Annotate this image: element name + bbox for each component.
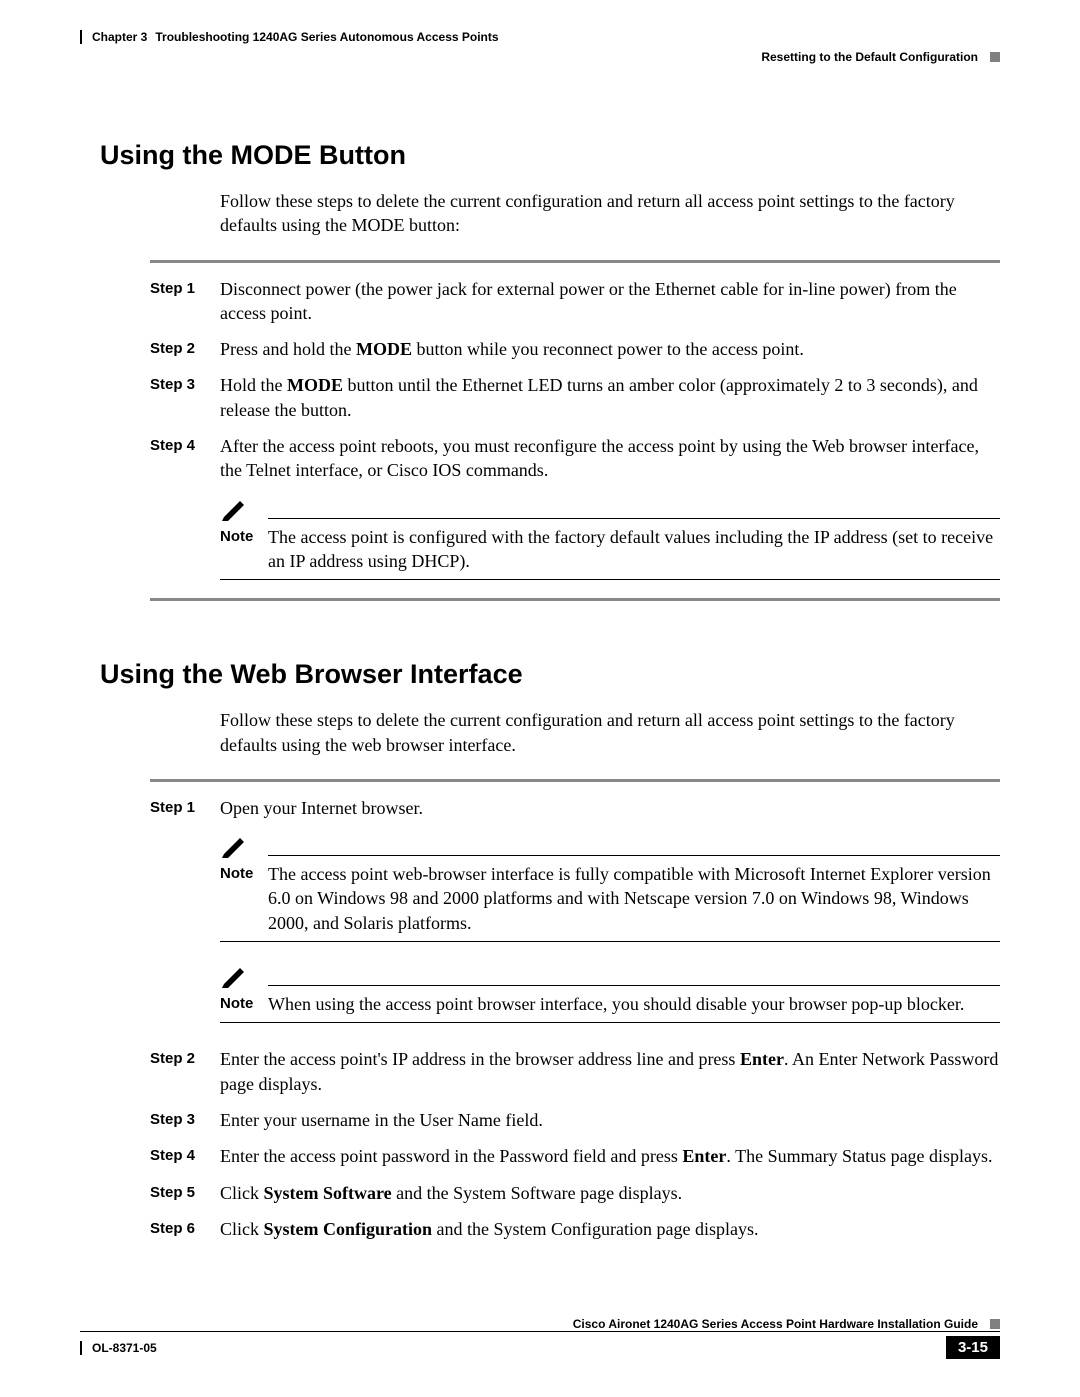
step-text: Press and hold the MODE button while you… <box>220 337 1000 361</box>
note-header <box>220 964 1000 988</box>
header-top-line: Chapter 3 Troubleshooting 1240AG Series … <box>80 30 1000 44</box>
step-label: Step 3 <box>150 373 220 422</box>
step-label: Step 4 <box>150 434 220 483</box>
step-text: After the access point reboots, you must… <box>220 434 1000 483</box>
section1-note: Note The access point is configured with… <box>220 497 1000 581</box>
header-marker-icon <box>990 52 1000 62</box>
footer-bottom-row: OL-8371-05 3-15 <box>80 1336 1000 1359</box>
footer-bar-icon <box>80 1341 82 1355</box>
note-rule <box>268 985 1000 986</box>
note-header <box>220 497 1000 521</box>
section2-step1: Step 1 Open your Internet browser. <box>150 796 1000 820</box>
header-section-title: Resetting to the Default Configuration <box>761 50 978 64</box>
note-rule <box>268 855 1000 856</box>
chapter-title: Troubleshooting 1240AG Series Autonomous… <box>155 30 498 44</box>
step-text: Hold the MODE button until the Ethernet … <box>220 373 1000 422</box>
chapter-label: Chapter 3 <box>92 30 147 44</box>
section2-note1: Note The access point web-browser interf… <box>220 834 1000 942</box>
section2-note2: Note When using the access point browser… <box>220 964 1000 1023</box>
divider <box>150 779 1000 782</box>
section2-step3: Step 3 Enter your username in the User N… <box>150 1108 1000 1132</box>
page-footer: Cisco Aironet 1240AG Series Access Point… <box>80 1317 1000 1359</box>
step-label: Step 3 <box>150 1108 220 1132</box>
step-label: Step 1 <box>150 796 220 820</box>
note-text: The access point web-browser interface i… <box>268 862 1000 935</box>
note-body: Note The access point is configured with… <box>220 525 1000 581</box>
note-text: The access point is configured with the … <box>268 525 1000 574</box>
section2-step4: Step 4 Enter the access point password i… <box>150 1144 1000 1168</box>
section1-step4: Step 4 After the access point reboots, y… <box>150 434 1000 483</box>
page: Chapter 3 Troubleshooting 1240AG Series … <box>0 0 1080 1397</box>
note-body: Note When using the access point browser… <box>220 992 1000 1023</box>
section1-step2: Step 2 Press and hold the MODE button wh… <box>150 337 1000 361</box>
step-text: Disconnect power (the power jack for ext… <box>220 277 1000 326</box>
step-text: Click System Configuration and the Syste… <box>220 1217 1000 1241</box>
step-text: Enter your username in the User Name fie… <box>220 1108 1000 1132</box>
step-text: Click System Software and the System Sof… <box>220 1181 1000 1205</box>
footer-doc-id: OL-8371-05 <box>92 1341 157 1355</box>
step-text: Enter the access point password in the P… <box>220 1144 1000 1168</box>
step-label: Step 2 <box>150 337 220 361</box>
step-text: Open your Internet browser. <box>220 796 1000 820</box>
note-body: Note The access point web-browser interf… <box>220 862 1000 942</box>
section2-step6: Step 6 Click System Configuration and th… <box>150 1217 1000 1241</box>
note-label: Note <box>220 525 268 574</box>
step-label: Step 4 <box>150 1144 220 1168</box>
divider <box>150 260 1000 263</box>
step-label: Step 2 <box>150 1047 220 1096</box>
page-header: Chapter 3 Troubleshooting 1240AG Series … <box>80 30 1000 90</box>
pencil-icon <box>220 964 248 988</box>
step-text: Enter the access point's IP address in t… <box>220 1047 1000 1096</box>
section1-step1: Step 1 Disconnect power (the power jack … <box>150 277 1000 326</box>
footer-marker-icon <box>990 1319 1000 1329</box>
note-header <box>220 834 1000 858</box>
pencil-icon <box>220 497 248 521</box>
header-section-row: Resetting to the Default Configuration <box>80 50 1000 64</box>
footer-rule <box>80 1331 1000 1332</box>
section1-intro: Follow these steps to delete the current… <box>220 189 1000 238</box>
section2-intro: Follow these steps to delete the current… <box>220 708 1000 757</box>
note-label: Note <box>220 862 268 935</box>
page-content: Using the MODE Button Follow these steps… <box>80 90 1000 1241</box>
note-rule <box>268 518 1000 519</box>
step-label: Step 5 <box>150 1181 220 1205</box>
page-number: 3-15 <box>946 1336 1000 1359</box>
footer-guide-title: Cisco Aironet 1240AG Series Access Point… <box>573 1317 978 1331</box>
section2-step5: Step 5 Click System Software and the Sys… <box>150 1181 1000 1205</box>
note-label: Note <box>220 992 268 1016</box>
section2-step2: Step 2 Enter the access point's IP addre… <box>150 1047 1000 1096</box>
footer-doc-id-wrap: OL-8371-05 <box>80 1341 157 1355</box>
section2-title: Using the Web Browser Interface <box>100 659 1000 690</box>
note-text: When using the access point browser inte… <box>268 992 1000 1016</box>
footer-title-row: Cisco Aironet 1240AG Series Access Point… <box>80 1317 1000 1331</box>
pencil-icon <box>220 834 248 858</box>
step-label: Step 1 <box>150 277 220 326</box>
section1-title: Using the MODE Button <box>100 140 1000 171</box>
section1-step3: Step 3 Hold the MODE button until the Et… <box>150 373 1000 422</box>
step-label: Step 6 <box>150 1217 220 1241</box>
